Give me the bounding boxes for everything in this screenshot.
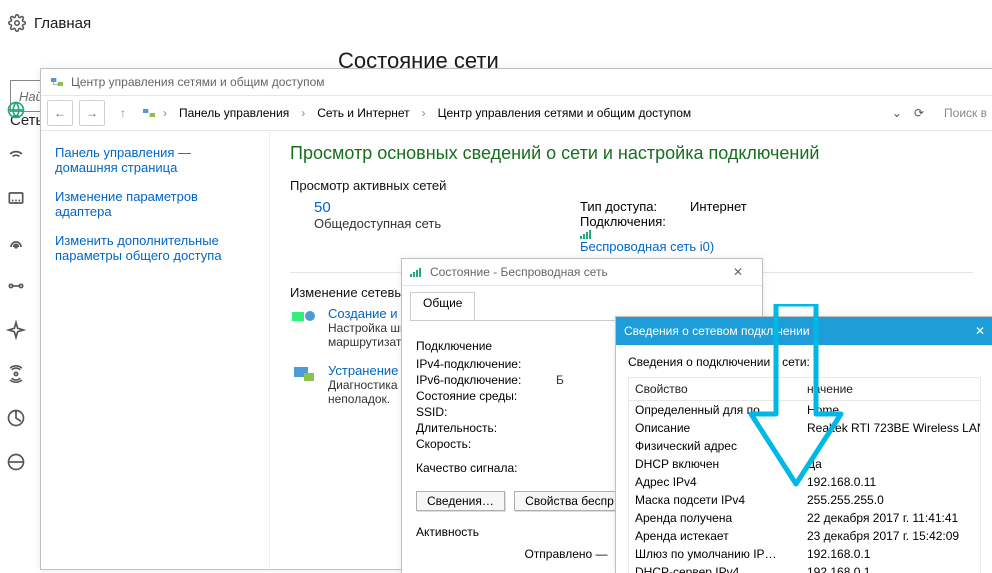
access-type-value: Интернет (690, 199, 747, 214)
cp-title: Центр управления сетями и общим доступом (71, 75, 325, 89)
details-button[interactable]: Сведения… (416, 491, 505, 511)
details-prop: Адрес IPv4 (629, 473, 801, 491)
connection-link[interactable]: Беспроводная сеть i0) (580, 239, 714, 254)
breadcrumb-dropdown-icon[interactable]: ⌄ (892, 106, 902, 120)
active-network-type: Общедоступная сеть (314, 216, 580, 231)
close-icon[interactable]: ✕ (722, 260, 754, 284)
proxy-icon[interactable] (6, 452, 26, 472)
wireless-props-button[interactable]: Свойства беспр (514, 491, 625, 511)
details-prop: Аренда истекает (629, 527, 801, 545)
network-center-icon (49, 74, 65, 90)
hotspot-icon[interactable] (6, 364, 26, 384)
breadcrumb-1[interactable]: Сеть и Интернет (311, 104, 415, 122)
close-icon[interactable]: ✕ (975, 324, 985, 338)
table-row[interactable]: Адрес IPv4192.168.0.11 (629, 473, 980, 491)
cp-left-pane: Панель управления — домашняя страница Из… (41, 131, 270, 571)
cp-link-advanced-sharing[interactable]: Изменить дополнительные параметры общего… (55, 233, 255, 263)
details-prop: Определенный для по… (629, 401, 801, 419)
details-subcaption: Сведения о подключении к сети: (628, 355, 981, 369)
breadcrumb-0[interactable]: Панель управления (173, 104, 295, 122)
table-row[interactable]: Определенный для по…Home (629, 401, 980, 419)
status-icon[interactable] (6, 100, 26, 120)
cp-titlebar: Центр управления сетями и общим доступом (41, 69, 992, 96)
details-prop: DHCP-сервер IPv4 (629, 563, 801, 573)
gear-icon (8, 14, 26, 32)
sent-label: Отправлено — (524, 547, 607, 563)
settings-back-label[interactable]: Главная (34, 15, 91, 32)
status-row-key: Состояние среды: (416, 389, 556, 403)
nav-back-button[interactable]: ← (47, 100, 73, 126)
active-network-name: 50 (314, 199, 580, 216)
details-val: 192.168.0.1 (801, 545, 980, 563)
details-titlebar: Сведения о сетевом подкл чении ✕ (616, 317, 992, 345)
nav-forward-button[interactable]: → (79, 100, 105, 126)
signal-quality-label: Качество сигнала: (416, 461, 556, 475)
details-col-value: начение (801, 378, 980, 400)
details-val: Home (801, 401, 980, 419)
details-val: Realtek RTI 723BE Wireless LAN 802.1 (801, 419, 980, 437)
ethernet-icon[interactable] (6, 188, 26, 208)
details-val: 22 декабря 2017 г. 11:41:41 (801, 509, 980, 527)
signal-icon (580, 229, 747, 239)
table-row[interactable]: Маска подсети IPv4255.255.255.0 (629, 491, 980, 509)
details-prop: DHCP включен (629, 455, 801, 473)
details-val: 192.168.0.1 (801, 563, 980, 573)
details-prop: Аренда получена (629, 509, 801, 527)
breadcrumb-icon (141, 105, 157, 121)
network-connection-details-window: Сведения о сетевом подкл чении ✕ Сведени… (615, 316, 992, 573)
details-table: Свойство начение Определенный для по…Hom… (628, 377, 981, 573)
details-val: 23 декабря 2017 г. 15:42:09 (801, 527, 980, 545)
table-row[interactable]: Аренда получена22 декабря 2017 г. 11:41:… (629, 509, 980, 527)
cp-link-home[interactable]: Панель управления — домашняя страница (55, 145, 255, 175)
details-val: 192.168.0.11 (801, 473, 980, 491)
status-titlebar: Состояние - Беспроводная сеть ✕ (402, 259, 762, 286)
details-prop: Маска подсети IPv4 (629, 491, 801, 509)
details-val (801, 437, 980, 455)
table-row[interactable]: DHCP-сервер IPv4192.168.0.1 (629, 563, 980, 573)
details-val: 255.255.255.0 (801, 491, 980, 509)
cp-search-hint[interactable]: Поиск в (944, 106, 987, 120)
status-row-val: Б (556, 373, 564, 387)
cp-main-heading: Просмотр основных сведений о сети и наст… (290, 143, 973, 164)
status-row-key: IPv4-подключение: (416, 357, 556, 371)
airplane-icon[interactable] (6, 320, 26, 340)
troubleshoot-icon (290, 363, 320, 385)
tab-general[interactable]: Общие (410, 292, 475, 320)
signal-icon (410, 267, 424, 277)
cp-link-adapter-settings[interactable]: Изменение параметров адаптера (55, 189, 255, 219)
table-row[interactable]: ОписаниеRealtek RTI 723BE Wireless LAN 8… (629, 419, 980, 437)
cp-active-caption: Просмотр активных сетей (290, 178, 973, 193)
details-prop: Физический адрес (629, 437, 801, 455)
details-prop: Шлюз по умолчанию IP… (629, 545, 801, 563)
details-col-property: Свойство (629, 378, 801, 400)
table-row[interactable]: Шлюз по умолчанию IP…192.168.0.1 (629, 545, 980, 563)
status-row-key: SSID: (416, 405, 556, 419)
table-row[interactable]: DHCP включенДа (629, 455, 980, 473)
refresh-icon[interactable]: ⟳ (914, 106, 924, 120)
dialup-icon[interactable] (6, 232, 26, 252)
details-title: Сведения о сетевом подкл чении (624, 324, 810, 338)
table-row[interactable]: Физический адрес (629, 437, 980, 455)
status-title: Состояние - Беспроводная сеть (430, 265, 608, 279)
data-usage-icon[interactable] (6, 408, 26, 428)
table-row[interactable]: Аренда истекает23 декабря 2017 г. 15:42:… (629, 527, 980, 545)
details-prop: Описание (629, 419, 801, 437)
status-row-key: Скорость: (416, 437, 556, 451)
status-row-key: IPv6-подключение: (416, 373, 556, 387)
settings-left-rail (6, 100, 26, 472)
status-row-key: Длительность: (416, 421, 556, 435)
breadcrumb-2[interactable]: Центр управления сетями и общим доступом (432, 104, 698, 122)
details-val: Да (801, 455, 980, 473)
vpn-icon[interactable] (6, 276, 26, 296)
connections-label: Подключения: (580, 214, 690, 229)
wifi-icon[interactable] (6, 144, 26, 164)
access-type-label: Тип доступа: (580, 199, 690, 214)
setup-connection-icon (290, 306, 320, 328)
cp-nav-bar: ← → ↑ › Панель управления › Сеть и Интер… (41, 96, 992, 131)
nav-up-button[interactable]: ↑ (111, 101, 135, 125)
